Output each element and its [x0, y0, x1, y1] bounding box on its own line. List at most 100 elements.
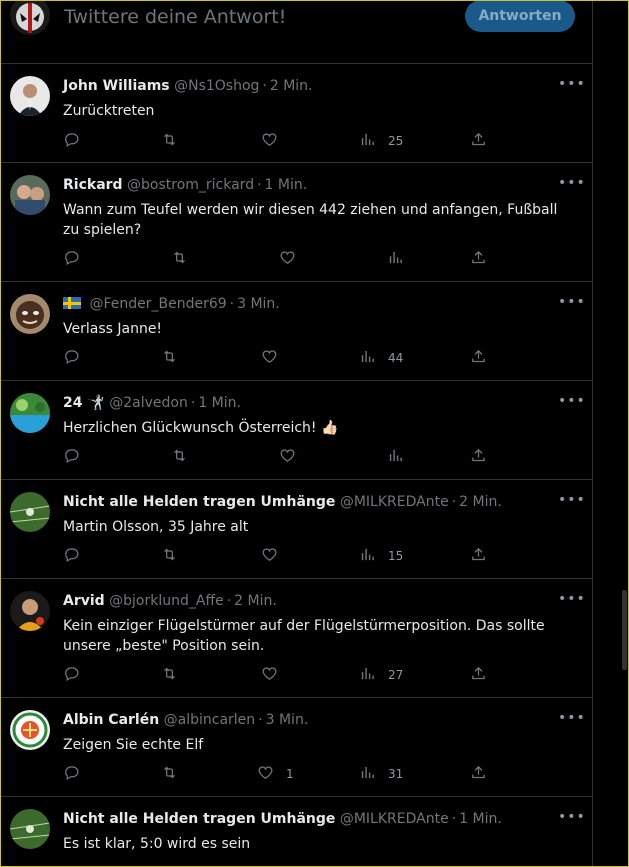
retweet-action[interactable]: [171, 249, 188, 269]
reply-composer: Twittere deine Antwort! Antworten: [1, 0, 593, 64]
share-action[interactable]: [470, 249, 487, 269]
views-action[interactable]: 31: [359, 764, 403, 784]
like-action[interactable]: [279, 447, 296, 467]
like-action[interactable]: [261, 546, 278, 566]
tweet[interactable]: Nicht alle Helden tragen Umhänge @MILKRE…: [1, 797, 593, 867]
author-handle[interactable]: @2alvedon: [109, 395, 188, 411]
avatar[interactable]: [10, 175, 50, 215]
avatar[interactable]: [10, 76, 50, 116]
author-name[interactable]: Albin Carlén: [63, 712, 159, 728]
tweet-text: Zeigen Sie echte Elf: [63, 737, 204, 753]
author-handle[interactable]: @bostrom_rickard: [127, 177, 254, 193]
retweet-action[interactable]: [171, 447, 188, 467]
avatar[interactable]: [10, 591, 50, 631]
more-icon[interactable]: •••: [558, 492, 586, 508]
more-icon[interactable]: •••: [558, 710, 586, 726]
author-name[interactable]: Nicht alle Helden tragen Umhänge: [63, 494, 335, 510]
more-icon[interactable]: •••: [558, 175, 586, 191]
author-name[interactable]: Nicht alle Helden tragen Umhänge: [63, 811, 335, 827]
author-handle[interactable]: @bjorklund_Affe: [109, 593, 224, 609]
avatar[interactable]: [10, 0, 50, 35]
avatar[interactable]: [10, 294, 50, 334]
share-action[interactable]: [470, 764, 487, 784]
reply-button[interactable]: Antworten: [465, 0, 575, 32]
retweet-action[interactable]: [161, 131, 178, 151]
author-handle[interactable]: @MILKREDAnte: [340, 811, 449, 827]
scrollbar[interactable]: [622, 0, 628, 867]
share-action[interactable]: [470, 447, 487, 467]
author-handle[interactable]: @albincarlen: [164, 712, 256, 728]
reply-action[interactable]: [63, 348, 80, 368]
views-action[interactable]: [387, 447, 404, 467]
retweet-action[interactable]: [161, 348, 178, 368]
author-handle[interactable]: @MILKREDAnte: [340, 494, 449, 510]
share-icon: [470, 764, 487, 785]
more-icon[interactable]: •••: [558, 809, 586, 825]
tweet-time[interactable]: 2 Min.: [234, 593, 277, 609]
avatar[interactable]: [10, 393, 50, 433]
tweet[interactable]: Rickard @bostrom_rickard · 1 Min. ••• Wann…: [1, 163, 593, 282]
views-action[interactable]: 15: [359, 546, 403, 566]
like-action[interactable]: 1: [257, 764, 294, 784]
tweet-time[interactable]: 3 Min.: [237, 296, 280, 312]
like-action[interactable]: [261, 348, 278, 368]
views-action[interactable]: 27: [359, 665, 403, 685]
tweet-time[interactable]: 1 Min.: [459, 811, 502, 827]
retweet-icon: [171, 447, 188, 468]
avatar[interactable]: [10, 492, 50, 532]
reply-action[interactable]: [63, 249, 80, 269]
reply-icon: [63, 131, 80, 152]
reply-action[interactable]: [63, 665, 80, 685]
tweet[interactable]: Nicht alle Helden tragen Umhänge @MILKRE…: [1, 480, 593, 579]
author-handle[interactable]: @Fender_Bender69: [89, 296, 226, 312]
like-action[interactable]: [261, 665, 278, 685]
retweet-action[interactable]: [161, 665, 178, 685]
tweet[interactable]: John Williams @Ns1Oshog · 2 Min. ••• Zurüc…: [1, 64, 593, 163]
reply-action[interactable]: [63, 764, 80, 784]
tweet-actions: 25: [63, 131, 493, 151]
more-icon[interactable]: •••: [558, 393, 586, 409]
author-name[interactable]: 24 🤺: [63, 395, 105, 411]
share-action[interactable]: [470, 665, 487, 685]
timeline-column: Twittere deine Antwort! Antworten John W…: [1, 0, 593, 867]
tweet-header: Nicht alle Helden tragen Umhänge @MILKRE…: [63, 811, 502, 827]
like-action[interactable]: [279, 249, 296, 269]
views-action[interactable]: 25: [359, 131, 403, 151]
views-action[interactable]: [387, 249, 404, 269]
author-name[interactable]: John Williams: [63, 78, 170, 94]
reply-action[interactable]: [63, 447, 80, 467]
more-icon[interactable]: •••: [558, 76, 586, 92]
like-action[interactable]: [261, 131, 278, 151]
author-handle[interactable]: @Ns1Oshog: [174, 78, 259, 94]
author-name[interactable]: Rickard: [63, 177, 123, 193]
author-name[interactable]: Arvid: [63, 593, 105, 609]
tweet-time[interactable]: 1 Min.: [265, 177, 308, 193]
views-icon: [359, 131, 376, 152]
tweet[interactable]: 24 🤺 @2alvedon · 1 Min. ••• Herzlichen Glü…: [1, 381, 593, 480]
more-icon[interactable]: •••: [558, 294, 586, 310]
views-icon: [359, 764, 376, 785]
views-action[interactable]: 44: [359, 348, 403, 368]
tweet-actions: 15: [63, 546, 493, 566]
reply-action[interactable]: [63, 131, 80, 151]
like-icon: [279, 447, 296, 468]
views-count: 27: [388, 668, 404, 682]
tweet[interactable]: @Fender_Bender69 · 3 Min. ••• Verlass Jann…: [1, 282, 593, 381]
avatar[interactable]: [10, 710, 50, 750]
tweet-time[interactable]: 1 Min.: [198, 395, 241, 411]
reply-action[interactable]: [63, 546, 80, 566]
retweet-action[interactable]: [161, 546, 178, 566]
tweet-time[interactable]: 3 Min.: [266, 712, 309, 728]
scrollbar-thumb[interactable]: [622, 590, 627, 670]
reply-input[interactable]: Twittere deine Antwort!: [64, 6, 286, 28]
tweet[interactable]: Arvid @bjorklund_Affe · 2 Min. ••• Kein ei…: [1, 579, 593, 698]
share-action[interactable]: [470, 348, 487, 368]
share-action[interactable]: [470, 546, 487, 566]
tweet-time[interactable]: 2 Min.: [270, 78, 313, 94]
tweet-time[interactable]: 2 Min.: [459, 494, 502, 510]
share-action[interactable]: [470, 131, 487, 151]
tweet[interactable]: Albin Carlén @albincarlen · 3 Min. ••• Zei…: [1, 698, 593, 797]
avatar[interactable]: [10, 809, 50, 849]
more-icon[interactable]: •••: [558, 591, 586, 607]
retweet-action[interactable]: [161, 764, 178, 784]
